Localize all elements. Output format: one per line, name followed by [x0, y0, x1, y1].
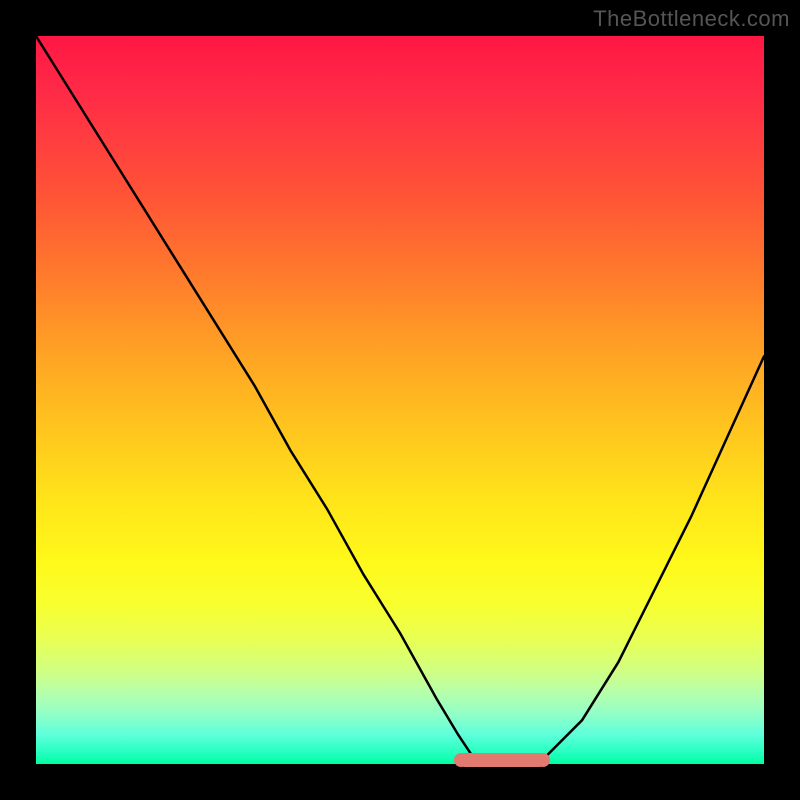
marker-cap-right	[536, 753, 550, 767]
optimal-range-marker	[458, 753, 545, 767]
chart-container: TheBottleneck.com	[0, 0, 800, 800]
bottleneck-curve	[36, 36, 764, 764]
marker-cap-left	[454, 753, 468, 767]
watermark-text: TheBottleneck.com	[593, 6, 790, 32]
plot-area	[36, 36, 764, 764]
